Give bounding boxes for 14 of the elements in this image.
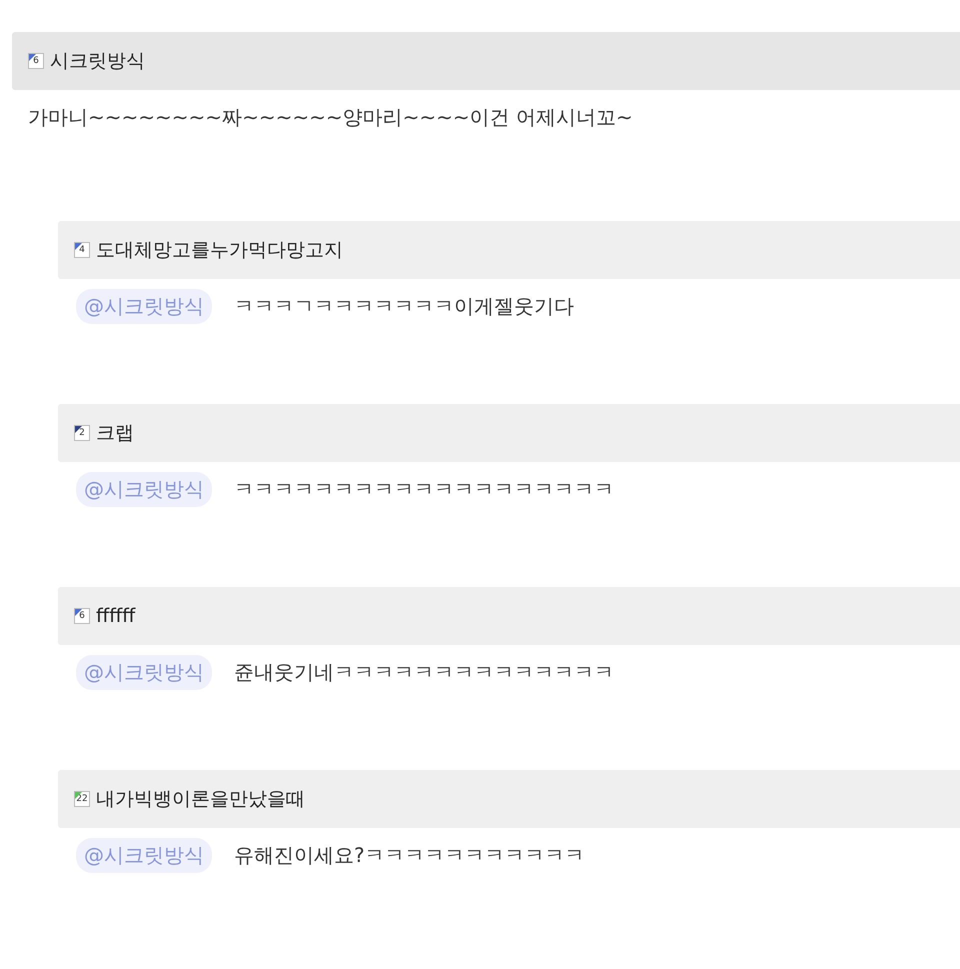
level-icon: 6 bbox=[28, 53, 44, 69]
author-name[interactable]: ffffff bbox=[96, 605, 136, 627]
level-icon: 4 bbox=[74, 242, 90, 258]
level-icon: 2 bbox=[74, 425, 90, 441]
reply-text: ㅋㅋㅋㄱㅋㅋㅋㅋㅋㅋㅋ이게젤웃기다 bbox=[234, 293, 574, 320]
author-name[interactable]: 크랩 bbox=[96, 420, 134, 446]
author-name[interactable]: 도대체망고를누가먹다망고지 bbox=[96, 237, 343, 263]
reply-text: 유해진이세요?ㅋㅋㅋㅋㅋㅋㅋㅋㅋㅋㅋ bbox=[234, 842, 585, 869]
reply-text: 쥰내웃기네ㅋㅋㅋㅋㅋㅋㅋㅋㅋㅋㅋㅋㅋㅋ bbox=[234, 659, 614, 686]
level-icon: 6 bbox=[74, 608, 90, 624]
author-name[interactable]: 시크릿방식 bbox=[50, 48, 145, 74]
post-text: 가마니~~~~~~~~짜~~~~~~양마리~~~~이건 어제시너꼬~ bbox=[27, 104, 634, 131]
author-name[interactable]: 내가빅뱅이론을만났을때 bbox=[96, 786, 305, 812]
reply-text: ㅋㅋㅋㅋㅋㅋㅋㅋㅋㅋㅋㅋㅋㅋㅋㅋㅋㅋㅋ bbox=[234, 476, 614, 503]
